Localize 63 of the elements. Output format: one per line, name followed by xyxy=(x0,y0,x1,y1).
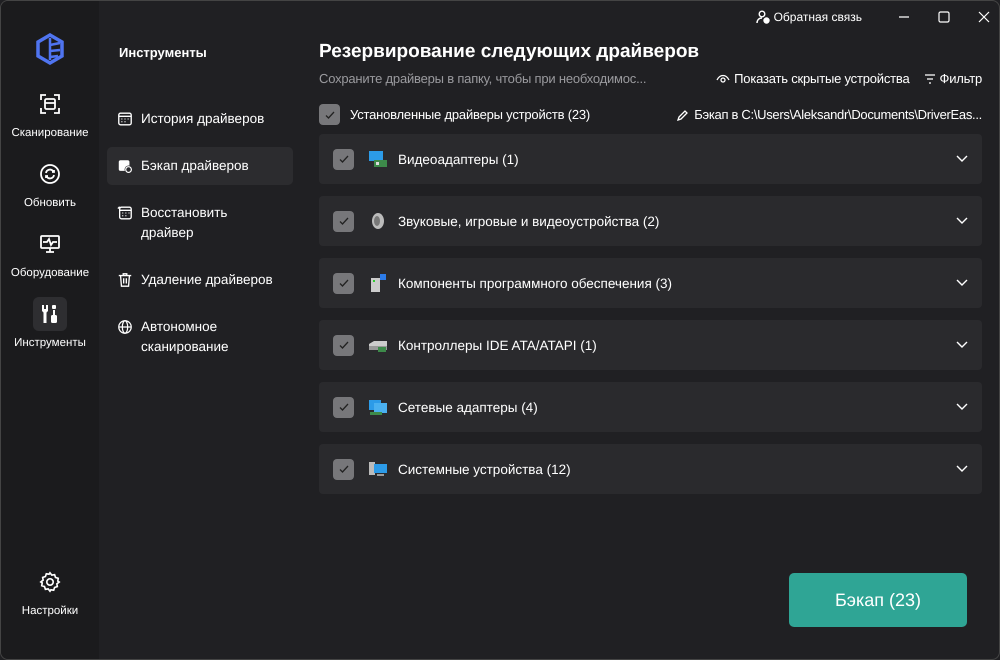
show-hidden-button[interactable]: Показать скрытые устройства xyxy=(716,71,910,86)
checkbox[interactable] xyxy=(333,148,354,170)
checkbox[interactable] xyxy=(333,458,354,480)
device-group[interactable]: Контроллеры IDE ATA/ATAPI (1) xyxy=(319,320,982,370)
globe-icon xyxy=(117,319,133,335)
maximize-icon[interactable] xyxy=(938,11,950,23)
checkbox-label: Установленные драйверы устройств (23) xyxy=(350,107,592,122)
eye-icon xyxy=(716,74,730,84)
filter-button[interactable]: Фильтр xyxy=(924,71,982,86)
calendar-sync-icon xyxy=(117,158,133,174)
tool-item[interactable]: Автономное сканирование xyxy=(107,308,293,366)
display-adapter-icon xyxy=(368,149,388,169)
nav-item[interactable]: Оборудование xyxy=(10,227,90,279)
tool-item[interactable]: Бэкап драйверов xyxy=(107,147,293,185)
calendar-icon xyxy=(117,111,133,127)
tool-item[interactable]: Восстановить драйвер xyxy=(107,194,293,252)
device-group[interactable]: Сетевые адаптеры (4) xyxy=(319,382,982,432)
check-icon xyxy=(338,153,350,165)
filter-icon xyxy=(924,74,936,84)
logo-icon xyxy=(34,33,66,65)
checkbox[interactable] xyxy=(333,210,354,232)
device-group[interactable]: Звуковые, игровые и видеоустройства (2) xyxy=(319,196,982,246)
backup-path-link[interactable]: Бэкап в C:\Users\Aleksandr\Documents\DriverEas... xyxy=(677,107,982,122)
nav-item[interactable]: Инструменты xyxy=(14,297,86,349)
calendar-icon xyxy=(117,205,133,221)
refresh-icon xyxy=(38,163,61,185)
chevron-icon xyxy=(956,279,968,287)
pencil-icon xyxy=(677,108,690,120)
scan-icon xyxy=(38,93,61,115)
computer-tower-icon xyxy=(368,273,388,293)
page-subtitle: Сохраните драйверы в папку, чтобы при необходимос... xyxy=(319,71,648,86)
nav-item[interactable]: Обновить xyxy=(24,157,76,209)
device-group[interactable]: Компоненты программного обеспечения (3) xyxy=(319,258,982,308)
trash-icon xyxy=(117,272,133,288)
check-icon xyxy=(338,401,350,413)
chevron-icon xyxy=(956,465,968,473)
feedback-link[interactable]: Обратная связь xyxy=(756,10,862,24)
settings-item[interactable]: Настройки xyxy=(22,565,78,617)
check-icon xyxy=(338,463,350,475)
device-group[interactable]: Видеоадаптеры (1) xyxy=(319,134,982,184)
check-icon xyxy=(338,215,350,227)
tool-item[interactable]: История драйверов xyxy=(107,100,293,138)
close-icon[interactable] xyxy=(978,11,990,23)
chevron-icon xyxy=(956,341,968,349)
checkbox[interactable] xyxy=(333,272,354,294)
checkbox[interactable] xyxy=(333,396,354,418)
chevron-icon xyxy=(956,403,968,411)
page-title: Резервирование следующих драйверов xyxy=(319,41,700,63)
checkbox[interactable] xyxy=(333,334,354,356)
chevron-icon xyxy=(956,217,968,225)
device-group[interactable]: Системные устройства (12) xyxy=(319,444,982,494)
nav-item[interactable]: Сканирование xyxy=(11,87,89,139)
person-icon xyxy=(756,10,770,24)
panel-title: Инструменты xyxy=(119,45,208,60)
checkbox[interactable] xyxy=(319,104,340,125)
check-icon xyxy=(338,277,350,289)
computer-icon xyxy=(368,459,388,479)
monitor-icon xyxy=(39,233,61,255)
check-icon xyxy=(338,339,350,351)
tool-item[interactable]: Удаление драйверов xyxy=(107,261,293,299)
settings-icon xyxy=(38,571,61,593)
chevron-icon xyxy=(956,155,968,163)
network-adapter-icon xyxy=(368,397,388,417)
